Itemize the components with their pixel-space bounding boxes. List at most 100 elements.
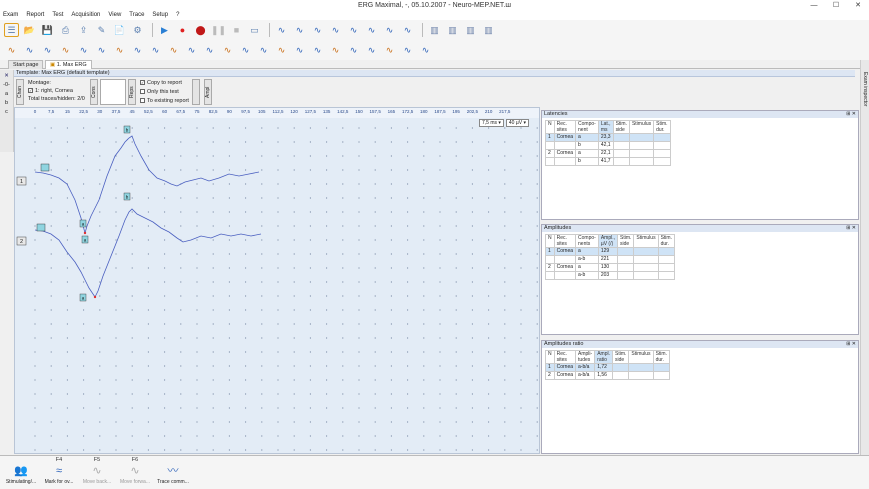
panel-buttons[interactable]: ⊞ ✕ (846, 341, 856, 348)
table-row[interactable]: a-b 221 (545, 255, 675, 264)
settings-icon[interactable]: ⚙ (130, 23, 145, 37)
column-header[interactable]: N (545, 350, 555, 364)
menu-help[interactable]: ? (176, 11, 179, 20)
trace-tool-icon[interactable]: ∿ (310, 43, 325, 57)
ampl-tab[interactable]: Ampl (204, 79, 212, 105)
print-icon[interactable]: ⎙ (58, 23, 73, 37)
trace-tool-icon[interactable]: ∿ (418, 43, 433, 57)
column-header[interactable]: Compo-nent (575, 120, 599, 134)
wave-icon[interactable]: ∿ (328, 23, 343, 37)
function-button[interactable]: 👥 Stimulating/... (4, 457, 38, 489)
menu-trace[interactable]: Trace (129, 11, 144, 20)
monitor-icon[interactable]: ▭ (247, 23, 262, 37)
marker-b-button[interactable]: b (0, 100, 13, 106)
wave-icon[interactable]: ∿ (292, 23, 307, 37)
column-header[interactable]: Rec. sites (553, 350, 577, 364)
menu-exam[interactable]: Exam (3, 11, 18, 20)
menu-test[interactable]: Test (52, 11, 63, 20)
trace-tool-icon[interactable]: ∿ (184, 43, 199, 57)
menu-acquisition[interactable]: Acquisition (71, 11, 100, 20)
trace-tool-icon[interactable]: ∿ (238, 43, 253, 57)
column-header[interactable]: Stimulus (628, 350, 654, 364)
pause-icon[interactable]: ❚❚ (211, 23, 226, 37)
trace-tool-icon[interactable]: ∿ (112, 43, 127, 57)
minimize-button[interactable]: — (803, 0, 825, 11)
panel-buttons[interactable]: ⊞ ✕ (846, 225, 856, 232)
function-button[interactable]: F6 ∿ Move forwa... (118, 457, 152, 489)
function-button[interactable]: F4 ≈ Mark for ov... (42, 457, 76, 489)
folder-icon[interactable]: 📂 (22, 23, 37, 37)
to-existing-checkbox[interactable]: To existing report (140, 98, 189, 105)
trace-tool-icon[interactable]: ∿ (94, 43, 109, 57)
column-header[interactable]: Lat., ms (597, 120, 614, 134)
trace-tool-icon[interactable]: ∿ (364, 43, 379, 57)
table-row[interactable]: 2 Cornea a-b/a 1,56 (545, 371, 670, 380)
wave-icon[interactable]: ∿ (346, 23, 361, 37)
column-header[interactable]: Stim. side (611, 350, 630, 364)
column-header[interactable]: Rec. sites (553, 120, 577, 134)
table-row[interactable]: 2 Cornea a 22,1 (545, 149, 671, 158)
table-row[interactable]: b 42,1 (545, 141, 671, 150)
montage-checkbox[interactable]: ✓ 1: right, Cornea (28, 88, 73, 94)
trace-tool-icon[interactable]: ∿ (40, 43, 55, 57)
column-header[interactable]: Stim. dur. (653, 120, 671, 134)
table-row[interactable]: 1 Cornea a 129 (545, 247, 675, 256)
export-icon[interactable]: ⇪ (76, 23, 91, 37)
column-header[interactable]: Stim. side (612, 120, 630, 134)
table-row[interactable]: b 41,7 (545, 157, 671, 166)
chan-tab[interactable]: Chan (16, 79, 24, 105)
trace-tool-icon[interactable]: ∿ (22, 43, 37, 57)
reps-tab[interactable]: Reps (128, 79, 136, 105)
layout-icon[interactable]: ▥ (445, 23, 460, 37)
column-header[interactable]: Ampl. ratio (594, 350, 613, 364)
trace-tool-icon[interactable]: ∿ (202, 43, 217, 57)
trace-tool-icon[interactable]: ∿ (4, 43, 19, 57)
tab-start-page[interactable]: Start page (8, 60, 44, 69)
trace-tool-icon[interactable]: ∿ (346, 43, 361, 57)
wave-icon[interactable]: ∿ (382, 23, 397, 37)
layout-icon[interactable]: ▥ (481, 23, 496, 37)
save-icon[interactable]: 💾 (40, 23, 55, 37)
panel-buttons[interactable]: ⊞ ✕ (846, 111, 856, 118)
column-header[interactable]: Stimulus (633, 234, 659, 248)
play-icon[interactable]: ▶ (157, 23, 172, 37)
doc-icon[interactable]: 📄 (112, 23, 127, 37)
options-scrollbar[interactable] (192, 79, 200, 105)
marker-c-button[interactable]: c (0, 109, 13, 115)
wave-icon[interactable]: ∿ (274, 23, 289, 37)
function-button[interactable]: F5 ∿ Move back... (80, 457, 114, 489)
layout-icon[interactable]: ▥ (427, 23, 442, 37)
exam-inspector-tab[interactable]: Exam inspector (862, 72, 868, 106)
trace-tool-icon[interactable]: ∿ (76, 43, 91, 57)
trace-tool-icon[interactable]: ∿ (382, 43, 397, 57)
trace-tool-icon[interactable]: ∿ (130, 43, 145, 57)
edit-icon[interactable]: ✎ (94, 23, 109, 37)
table-row[interactable]: a-b 203 (545, 271, 675, 280)
trace-tool-icon[interactable]: ∿ (166, 43, 181, 57)
trace-tool-icon[interactable]: ∿ (328, 43, 343, 57)
wave-icon[interactable]: ∿ (364, 23, 379, 37)
trace-tool-icon[interactable]: ∿ (148, 43, 163, 57)
column-header[interactable]: Rec. sites (553, 234, 577, 248)
baseline-button[interactable]: -0- (0, 82, 13, 88)
table-row[interactable]: 1 Cornea a 23,3 (545, 133, 671, 142)
trace-canvas[interactable]: 12 ababa (15, 108, 540, 454)
record-icon[interactable]: ● (175, 23, 190, 37)
cons-list[interactable] (100, 79, 126, 105)
column-header[interactable]: Compo-nents (575, 234, 599, 248)
trace-tool-icon[interactable]: ∿ (292, 43, 307, 57)
only-this-test-checkbox[interactable]: Only this test (140, 89, 179, 95)
copy-to-report-checkbox[interactable]: ✓ Copy to report (140, 80, 182, 86)
cons-tab[interactable]: Cons (90, 79, 98, 105)
erg-plot[interactable]: 0 7,5 15 22,5 30 37,5 45 52,5 60 67,5 75 82,5 90 97,5… (14, 107, 540, 454)
table-row[interactable]: 2 Cornea a 130 (545, 263, 675, 272)
tab-max-erg[interactable]: ▣ 1. Max ERG (45, 60, 92, 69)
close-icon[interactable]: ✕ (0, 73, 13, 79)
layout-icon[interactable]: ▥ (463, 23, 478, 37)
column-header[interactable]: Ampli-tudes (575, 350, 596, 364)
trace-tool-icon[interactable]: ∿ (400, 43, 415, 57)
column-header[interactable]: Stim. dur. (657, 234, 675, 248)
column-header[interactable]: Stim. dur. (652, 350, 670, 364)
menu-setup[interactable]: Setup (152, 11, 168, 20)
maximize-button[interactable]: ☐ (825, 0, 847, 11)
